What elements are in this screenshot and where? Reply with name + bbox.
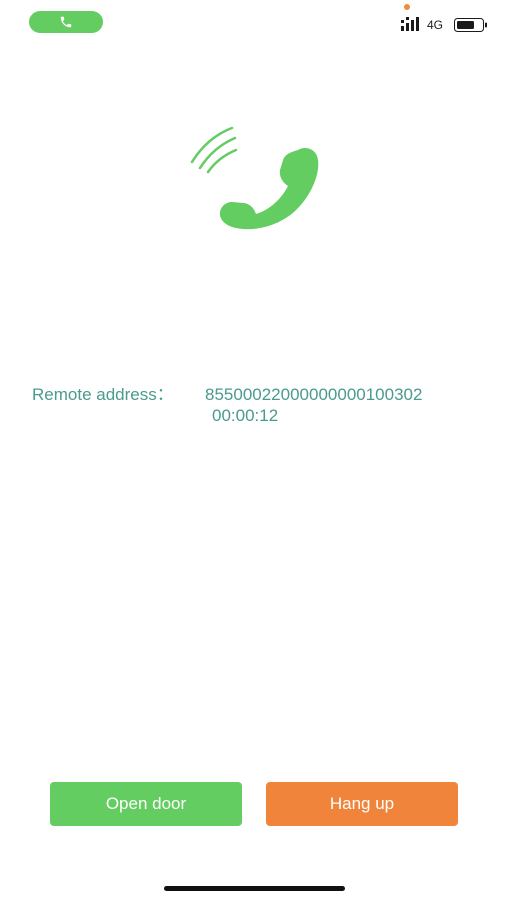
battery-icon xyxy=(454,18,487,32)
hang-up-button[interactable]: Hang up xyxy=(266,782,458,826)
home-indicator[interactable] xyxy=(164,886,345,891)
status-bar: 4G xyxy=(0,0,507,44)
phone-icon xyxy=(60,16,72,28)
notification-dot xyxy=(404,4,410,10)
call-screen: 4G Remote address： 855000220000000001003… xyxy=(0,0,507,900)
active-call-pill[interactable] xyxy=(29,11,103,33)
signal-icon xyxy=(401,17,419,31)
remote-address-label: Remote address： xyxy=(32,385,174,404)
ringing-phone-icon xyxy=(190,126,319,230)
remote-address-value: 85500022000000000100302 xyxy=(205,385,423,404)
open-door-button[interactable]: Open door xyxy=(50,782,242,826)
call-duration: 00:00:12 xyxy=(212,406,279,425)
network-type-label: 4G xyxy=(427,18,444,32)
